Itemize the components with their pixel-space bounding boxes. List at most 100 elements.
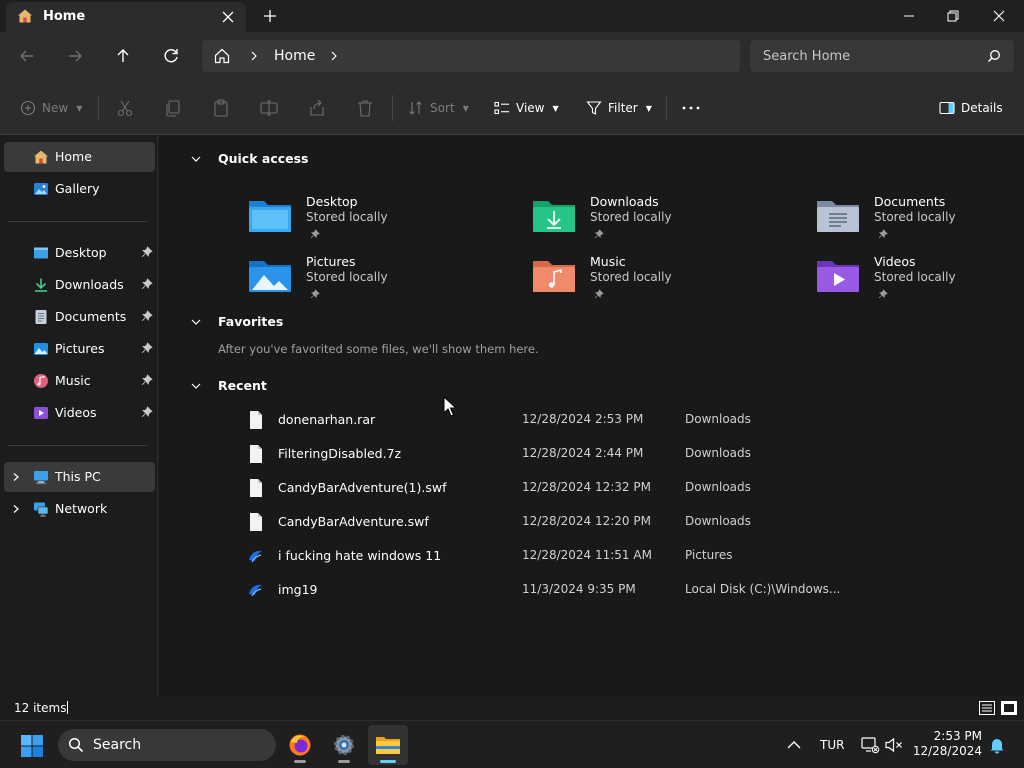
close-window-button[interactable] — [976, 0, 1022, 32]
chevron-right-icon[interactable] — [11, 504, 21, 514]
home-icon — [34, 150, 48, 164]
sort-icon — [409, 101, 422, 115]
chevron-down-icon[interactable] — [190, 316, 202, 328]
share-icon[interactable] — [306, 97, 328, 119]
pin-icon[interactable] — [141, 246, 153, 258]
pin-icon[interactable] — [141, 374, 153, 386]
recent-file-row[interactable]: i fucking hate windows 11 12/28/2024 11:… — [245, 541, 965, 571]
sidebar-item-gallery[interactable]: Gallery — [4, 174, 155, 204]
divider — [8, 445, 148, 446]
view-button[interactable]: View ▼ — [494, 97, 559, 119]
sidebar-item-pictures[interactable]: Pictures — [4, 334, 155, 364]
chevron-down-icon[interactable] — [190, 153, 202, 165]
sidebar-item-videos[interactable]: Videos — [4, 398, 155, 428]
clock-date: 12/28/2024 — [912, 744, 982, 758]
chevron-up-icon[interactable] — [786, 738, 802, 752]
new-tab-icon[interactable] — [260, 6, 280, 26]
divider — [98, 95, 99, 121]
filter-icon — [586, 101, 602, 115]
taskbar-file-explorer[interactable] — [368, 725, 408, 765]
search-icon[interactable] — [986, 48, 1002, 64]
sidebar-item-home[interactable]: Home — [4, 142, 155, 172]
tile-name: Music — [590, 254, 626, 269]
file-name: CandyBarAdventure(1).swf — [278, 480, 447, 495]
delete-icon[interactable] — [354, 97, 376, 119]
sidebar-item-network[interactable]: Network — [4, 494, 155, 524]
new-button[interactable]: New ▼ — [20, 97, 82, 119]
quick-access-downloads[interactable]: Downloads Stored locally — [532, 193, 792, 249]
divider — [67, 701, 68, 714]
address-bar[interactable]: Home — [202, 40, 740, 72]
sidebar-item-this-pc[interactable]: This PC — [4, 462, 155, 492]
search-input[interactable] — [750, 40, 980, 72]
input-language[interactable]: TUR — [820, 738, 844, 752]
filter-button[interactable]: Filter ▼ — [586, 97, 652, 119]
breadcrumb-home[interactable]: Home — [274, 48, 315, 64]
chevron-right-icon[interactable] — [328, 49, 340, 63]
volume-muted-icon[interactable] — [884, 736, 904, 754]
sidebar-item-documents[interactable]: Documents — [4, 302, 155, 332]
more-options-icon[interactable] — [680, 97, 702, 119]
quick-access-pictures[interactable]: Pictures Stored locally — [248, 253, 508, 309]
divider — [392, 95, 393, 121]
status-bar: 12 items — [0, 696, 1024, 720]
back-icon[interactable] — [15, 44, 39, 68]
sidebar-item-downloads[interactable]: Downloads — [4, 270, 155, 300]
pin-icon[interactable] — [141, 310, 153, 322]
quick-access-music[interactable]: Music Stored locally — [532, 253, 792, 309]
quick-access-documents[interactable]: Documents Stored locally — [816, 193, 1024, 249]
paste-icon[interactable] — [210, 97, 232, 119]
chevron-right-icon[interactable] — [11, 472, 21, 482]
minimize-button[interactable] — [886, 0, 932, 32]
taskbar-search[interactable]: Search — [58, 729, 276, 761]
recent-file-row[interactable]: img19 11/3/2024 9:35 PM Local Disk (C:)\… — [245, 575, 965, 605]
pin-icon[interactable] — [141, 278, 153, 290]
item-count: 12 items — [14, 701, 67, 715]
sidebar-item-desktop[interactable]: Desktop — [4, 238, 155, 268]
notification-bell-icon[interactable] — [988, 736, 1006, 754]
network-disconnected-icon[interactable] — [860, 735, 880, 755]
title-bar: Home — [0, 0, 1024, 32]
recent-file-row[interactable]: FilteringDisabled.7z 12/28/2024 2:44 PM … — [245, 439, 965, 469]
sort-button[interactable]: Sort ▼ — [408, 97, 469, 119]
recent-file-row[interactable]: CandyBarAdventure.swf 12/28/2024 12:20 P… — [245, 507, 965, 537]
sidebar-item-music[interactable]: Music — [4, 366, 155, 396]
search-box[interactable] — [750, 40, 1014, 72]
file-explorer-icon — [376, 737, 400, 754]
copy-icon[interactable] — [162, 97, 184, 119]
details-view-icon[interactable] — [978, 699, 996, 717]
taskbar-firefox[interactable] — [280, 725, 320, 765]
close-tab-icon[interactable] — [218, 7, 238, 27]
file-date: 12/28/2024 2:53 PM — [522, 412, 644, 426]
tile-name: Documents — [874, 194, 946, 209]
pin-icon — [310, 229, 320, 239]
system-clock[interactable]: 2:53 PM 12/28/2024 — [910, 729, 982, 758]
sidebar-item-label: Documents — [55, 309, 127, 324]
quick-access-desktop[interactable]: Desktop Stored locally — [248, 193, 508, 249]
taskbar-settings[interactable] — [324, 725, 364, 765]
pin-icon[interactable] — [141, 406, 153, 418]
start-windows-icon[interactable] — [20, 734, 44, 758]
close-icon — [993, 10, 1005, 22]
forward-icon[interactable] — [63, 44, 87, 68]
up-icon[interactable] — [111, 44, 135, 68]
refresh-icon[interactable] — [159, 44, 183, 68]
tab-title: Home — [43, 9, 86, 24]
recent-file-row[interactable]: donenarhan.rar 12/28/2024 2:53 PM Downlo… — [245, 405, 965, 435]
tile-status: Stored locally — [590, 270, 672, 284]
restore-button[interactable] — [930, 0, 976, 32]
chevron-down-icon[interactable] — [190, 380, 202, 392]
chevron-right-icon[interactable] — [248, 49, 260, 63]
cut-icon[interactable] — [114, 97, 136, 119]
quick-access-videos[interactable]: Videos Stored locally — [816, 253, 1024, 309]
details-button[interactable]: Details — [939, 97, 1003, 119]
tab-home[interactable]: Home — [6, 2, 246, 32]
file-location: Downloads — [685, 412, 751, 426]
pin-icon[interactable] — [141, 342, 153, 354]
tiles-view-icon[interactable] — [1000, 699, 1018, 717]
file-name: FilteringDisabled.7z — [278, 446, 402, 461]
file-location: Local Disk (C:)\Windows... — [685, 582, 841, 596]
recent-file-row[interactable]: CandyBarAdventure(1).swf 12/28/2024 12:3… — [245, 473, 965, 503]
file-icon — [250, 513, 262, 531]
rename-icon[interactable] — [258, 97, 280, 119]
